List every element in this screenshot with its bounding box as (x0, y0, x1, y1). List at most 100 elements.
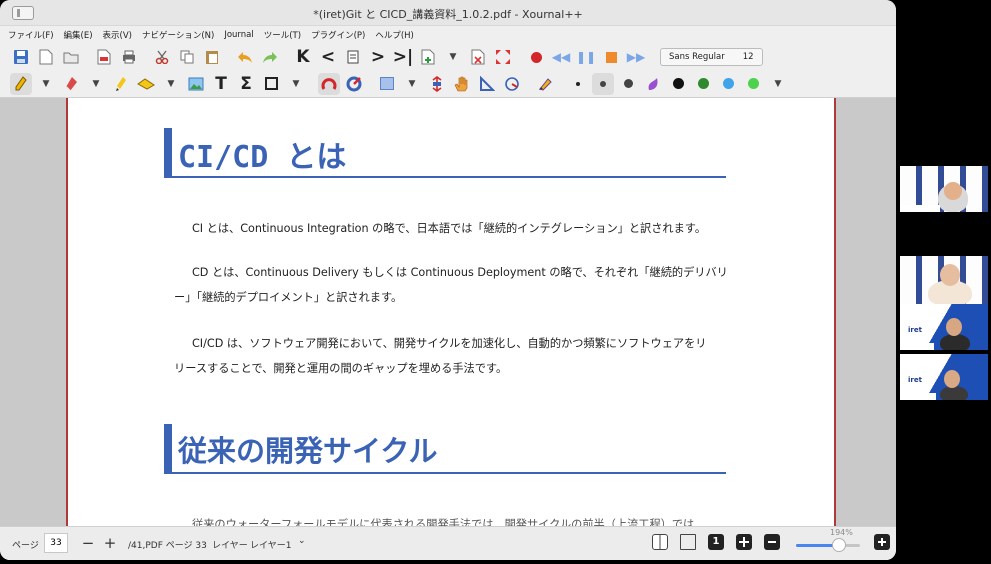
highlighter-dropdown-icon[interactable] (135, 73, 157, 95)
pen-dropdown-icon[interactable]: ▼ (35, 73, 57, 95)
eraser-icon[interactable] (60, 73, 82, 95)
print-icon[interactable] (118, 46, 140, 68)
thick-size-icon[interactable] (617, 73, 639, 95)
heading2-underline (164, 472, 726, 474)
font-selector[interactable]: Sans Regular 12 (660, 48, 763, 66)
title-bar: *(iret)Git と CICD_講義資料_1.0.2.pdf - Xourn… (0, 0, 896, 26)
medium-size-icon[interactable] (592, 72, 614, 95)
menu-navigation[interactable]: ナビゲーション(N) (142, 29, 214, 41)
presentation-icon[interactable] (680, 534, 696, 550)
pdf-page[interactable]: CI/CD とは CI とは、Continuous Integration の略… (66, 98, 836, 526)
goto-page-icon[interactable] (342, 46, 364, 68)
shape-dropdown-icon[interactable]: ▼ (160, 73, 182, 95)
video-tile-participant-2[interactable] (900, 256, 988, 304)
page-count: /41,PDF ページ 33 (128, 541, 207, 551)
xournal-window: *(iret)Git と CICD_講義資料_1.0.2.pdf - Xourn… (0, 0, 896, 560)
menu-journal[interactable]: Journal (224, 30, 253, 40)
fullscreen-icon[interactable] (492, 46, 514, 68)
video-tile-participant-4[interactable]: iret (900, 354, 988, 400)
image-icon[interactable] (185, 73, 207, 95)
shape-recognizer-icon[interactable] (343, 73, 365, 95)
latex-tool-icon[interactable]: Σ (235, 73, 257, 95)
font-size: 12 (742, 52, 754, 62)
compass-icon[interactable] (501, 73, 523, 95)
paste-icon[interactable] (201, 46, 223, 68)
copy-icon[interactable] (176, 46, 198, 68)
fill-icon[interactable] (642, 73, 664, 95)
layer-selector[interactable]: レイヤー1 (250, 538, 291, 551)
zoom-slider-knob[interactable] (832, 538, 846, 552)
pause-icon[interactable]: ❚❚ (575, 46, 597, 68)
participant-nameplate (900, 343, 934, 350)
participant-head (940, 264, 960, 286)
rewind-icon[interactable]: ◀◀ (550, 46, 572, 68)
shape-options-dropdown-icon[interactable]: ▼ (285, 73, 307, 95)
zoom-100-icon[interactable]: 1 (708, 534, 724, 550)
menu-help[interactable]: ヘルプ(H) (375, 29, 414, 41)
page-number-input[interactable]: 33 (44, 533, 68, 553)
select-rectangle-icon[interactable] (376, 73, 398, 95)
default-tool-icon[interactable] (534, 73, 556, 95)
menu-edit[interactable]: 編集(E) (64, 29, 93, 41)
page-increment-button[interactable]: + (102, 534, 118, 552)
document-canvas[interactable]: CI/CD とは CI とは、Continuous Integration の略… (0, 98, 896, 526)
video-tile-participant-3[interactable]: iret (900, 304, 988, 350)
menu-view[interactable]: 表示(V) (103, 29, 132, 41)
zoom-in-icon[interactable] (874, 534, 890, 550)
export-pdf-icon[interactable] (93, 46, 115, 68)
forward-icon[interactable]: ▶▶ (625, 46, 647, 68)
zoom-fit-icon[interactable] (736, 534, 752, 550)
ruler-recognizer-icon[interactable] (318, 72, 340, 95)
zoom-level: 194% (830, 528, 853, 537)
last-page-icon[interactable]: >| (392, 46, 414, 68)
pen-icon[interactable] (10, 72, 32, 95)
eraser-dropdown-icon[interactable]: ▼ (85, 73, 107, 95)
undo-icon[interactable] (234, 46, 256, 68)
select-dropdown-icon[interactable]: ▼ (401, 73, 423, 95)
color-dropdown-icon[interactable]: ▼ (767, 73, 789, 95)
record-icon[interactable] (525, 46, 547, 68)
page-label: ページ (12, 541, 39, 551)
color-lightblue-icon[interactable] (717, 73, 739, 95)
heading-underline (164, 176, 726, 178)
layer-dropdown-icon[interactable]: ⌄ (298, 536, 306, 546)
hand-tool-icon[interactable] (451, 73, 473, 95)
previous-page-icon[interactable]: < (317, 46, 339, 68)
open-folder-icon[interactable] (60, 46, 82, 68)
fine-size-icon[interactable] (567, 73, 589, 95)
menu-plugins[interactable]: プラグイン(P) (311, 29, 365, 41)
new-document-icon[interactable] (35, 46, 57, 68)
delete-page-icon[interactable] (467, 46, 489, 68)
participant-nameplate (900, 393, 936, 400)
add-page-icon[interactable] (417, 46, 439, 68)
color-green-icon[interactable] (692, 73, 714, 95)
drawing-toolbar: ▼ ▼ ▼ T Σ ▼ ▼ ▼ (0, 70, 896, 98)
layer-label: レイヤー (212, 541, 248, 551)
menu-file[interactable]: ファイル(F) (8, 29, 54, 41)
participant-body (940, 334, 970, 350)
first-page-icon[interactable]: K (292, 46, 314, 68)
heading2-accent-bar (164, 424, 172, 474)
text-tool-icon[interactable]: T (210, 73, 232, 95)
setsquare-icon[interactable] (476, 73, 498, 95)
iret-logo: iret (908, 326, 922, 334)
save-icon[interactable] (10, 46, 32, 68)
heading-traditional-cycle: 従来の開発サイクル (178, 434, 438, 468)
color-black-icon[interactable] (667, 73, 689, 95)
menu-tools[interactable]: ツール(T) (264, 29, 301, 41)
redo-icon[interactable] (259, 46, 281, 68)
dual-page-icon[interactable] (652, 534, 668, 550)
color-lightgreen-icon[interactable] (742, 73, 764, 95)
iret-logo: iret (908, 376, 922, 384)
next-page-icon[interactable]: > (367, 46, 389, 68)
video-tile-participant-1[interactable] (900, 166, 988, 212)
zoom-out-icon[interactable] (764, 534, 780, 550)
status-bar: ページ 33 − + /41,PDF ページ 33 レイヤー レイヤー1 ⌄ 1… (0, 526, 896, 560)
highlighter-icon[interactable] (110, 73, 132, 95)
page-insert-dropdown-icon[interactable]: ▼ (442, 46, 464, 68)
cut-icon[interactable] (151, 46, 173, 68)
vertical-space-icon[interactable] (426, 73, 448, 95)
page-decrement-button[interactable]: − (80, 534, 96, 552)
stop-icon[interactable] (600, 46, 622, 68)
rectangle-shape-icon[interactable] (260, 73, 282, 95)
